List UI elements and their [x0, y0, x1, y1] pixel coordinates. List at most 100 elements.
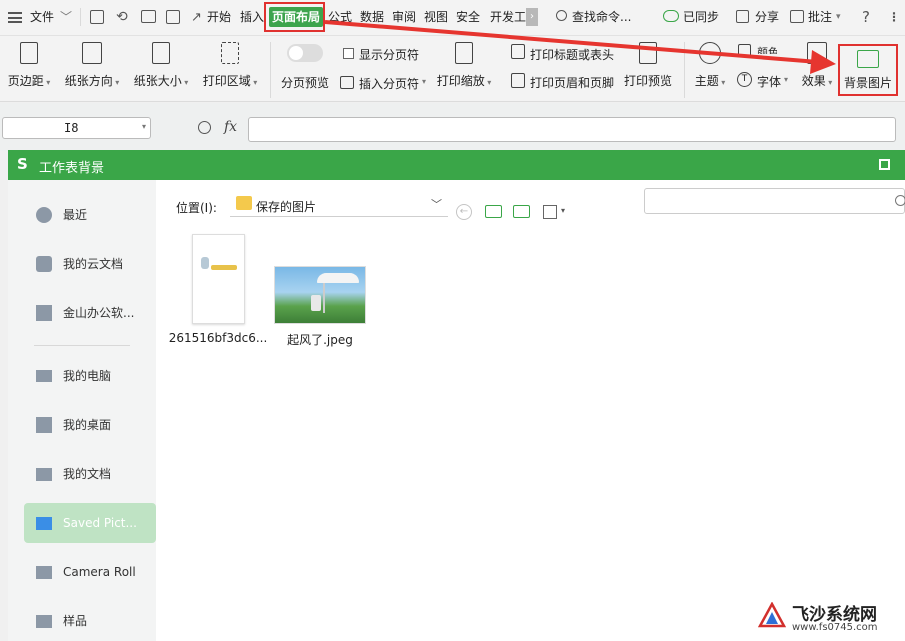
background-image-label: 背景图片: [843, 76, 892, 90]
tab-review[interactable]: 审阅: [392, 0, 416, 34]
zoom-icon[interactable]: [198, 121, 211, 134]
show-page-break-checkbox[interactable]: [343, 48, 354, 59]
comment-icon: [790, 10, 804, 23]
paper-size-icon: [152, 42, 170, 64]
color-button[interactable]: 颜色: [757, 44, 777, 54]
formula-bar: I8 ▾ fx: [0, 103, 905, 151]
background-image-button[interactable]: 背景图片: [838, 44, 898, 96]
monitor-icon: [36, 370, 52, 382]
save-icon[interactable]: [90, 10, 104, 24]
help-button[interactable]: ?: [862, 0, 870, 34]
font-button[interactable]: 字体: [757, 73, 781, 90]
print-title-button[interactable]: 打印标题或表头: [530, 46, 614, 63]
new-folder-icon[interactable]: [513, 205, 530, 218]
chevron-down-icon[interactable]: ▾: [561, 206, 565, 215]
print-scale-button[interactable]: 打印缩放 ▾: [434, 42, 494, 89]
tab-developer[interactable]: 开发工: [490, 0, 526, 34]
sidebar-item-documents[interactable]: 我的文档: [24, 454, 156, 494]
folder-up-icon[interactable]: [485, 205, 502, 218]
folder-icon: [36, 468, 52, 481]
back-icon[interactable]: ←: [456, 204, 472, 220]
chevron-down-icon[interactable]: ▾: [836, 0, 841, 34]
print-preview-button[interactable]: 打印预览: [622, 42, 674, 89]
insert-page-break-button[interactable]: 插入分页符: [359, 75, 419, 92]
print-title-icon: [511, 44, 525, 59]
location-select[interactable]: 保存的图片 ﹀: [230, 193, 448, 217]
sync-status[interactable]: 已同步: [683, 0, 719, 34]
font-icon: T: [737, 72, 752, 87]
command-search[interactable]: 查找命令...: [572, 0, 631, 34]
print-preview-icon[interactable]: [166, 10, 180, 24]
print-area-button[interactable]: 打印区域 ▾: [200, 42, 260, 89]
location-value: 保存的图片: [256, 200, 317, 214]
comment-button[interactable]: 批注: [808, 0, 832, 34]
sidebar-item-my-computer[interactable]: 我的电脑: [24, 356, 156, 396]
margins-button[interactable]: 页边距 ▾: [6, 42, 52, 89]
share-button[interactable]: 分享: [755, 0, 779, 34]
sidebar-item-desktop[interactable]: 我的桌面: [24, 405, 156, 445]
sidebar-item-cloud[interactable]: 我的云文档: [24, 244, 156, 284]
margins-icon: [20, 42, 38, 64]
image-icon: [857, 50, 879, 68]
document-thumbnail: [191, 234, 245, 324]
tab-view[interactable]: 视图: [424, 0, 448, 34]
wps-logo-icon: S: [17, 155, 28, 173]
chevron-down-icon: ﹀: [431, 198, 442, 211]
maximize-icon[interactable]: [879, 159, 890, 170]
share-icon: [736, 10, 749, 23]
print-icon[interactable]: [141, 10, 156, 23]
watermark-url: www.fs0745.com: [792, 622, 878, 633]
print-area-label: 打印区域: [202, 74, 251, 88]
print-header-footer-button[interactable]: 打印页眉和页脚: [530, 74, 614, 91]
tab-home[interactable]: 开始: [207, 0, 231, 34]
color-palette-icon: [738, 44, 751, 57]
redo-icon[interactable]: ↗: [191, 10, 202, 25]
tab-insert[interactable]: 插入: [240, 0, 264, 34]
menu-file[interactable]: 文件: [30, 0, 54, 34]
sidebar-item-saved-pictures[interactable]: Saved Pict...: [24, 503, 156, 543]
print-scale-label: 打印缩放: [436, 74, 485, 88]
tab-scroll-right-icon[interactable]: ›: [526, 8, 538, 26]
theme-label: 主题: [694, 74, 719, 88]
paper-size-label: 纸张大小: [133, 74, 182, 88]
worksheet-background-dialog: S 工作表背景 最近 我的云文档 金山办公软... 我的电脑 我的桌面 我的文档: [8, 150, 905, 641]
page-preview-label: 分页预览: [280, 76, 329, 90]
page-preview-toggle[interactable]: 分页预览: [280, 44, 330, 91]
ribbon: 页边距 ▾ 纸张方向 ▾ 纸张大小 ▾ 打印区域 ▾ 分页预览 显示分页符 插入…: [0, 36, 905, 102]
file-item-image-1[interactable]: 261516bf3dc6...: [168, 234, 268, 345]
file-name: 起风了.jpeg: [287, 333, 353, 347]
file-item-image-2[interactable]: 起风了.jpeg: [270, 266, 370, 348]
sidebar-item-samples[interactable]: 样品: [24, 601, 156, 641]
chevron-down-icon[interactable]: ﹀: [60, 0, 72, 34]
tab-security[interactable]: 安全: [456, 0, 480, 34]
undo-icon[interactable]: ⟲: [116, 9, 128, 25]
cube-icon: [36, 256, 52, 272]
orientation-button[interactable]: 纸张方向 ▾: [62, 42, 122, 89]
sidebar-item-recent[interactable]: 最近: [24, 195, 156, 235]
paper-size-button[interactable]: 纸张大小 ▾: [131, 42, 191, 89]
highlight-box-tab: [264, 2, 325, 32]
chevron-down-icon: ▾: [784, 75, 789, 84]
theme-button[interactable]: 主题 ▾: [690, 42, 730, 89]
name-box[interactable]: I8 ▾: [2, 117, 151, 139]
landscape-thumbnail: [274, 266, 366, 324]
menu-bar: 文件 ﹀ ⟲ ↗ 开始 插入 页面布局 公式 数据 审阅 视图 安全 开发工 ›…: [0, 0, 905, 36]
dialog-title-bar: S 工作表背景: [8, 150, 905, 180]
sidebar-item-camera-roll[interactable]: Camera Roll: [24, 552, 156, 592]
more-icon[interactable]: ⋮: [888, 0, 900, 34]
chevron-down-icon: ▾: [422, 77, 427, 86]
effect-button[interactable]: 效果 ▾: [797, 42, 837, 89]
orientation-icon: [82, 42, 102, 64]
tab-formula[interactable]: 公式: [328, 0, 352, 34]
fx-label[interactable]: fx: [224, 119, 237, 135]
search-icon: [556, 10, 567, 21]
view-mode-icon[interactable]: [543, 205, 557, 219]
sidebar-item-kingsoft[interactable]: 金山办公软...: [24, 293, 156, 333]
file-search-input[interactable]: [644, 188, 905, 214]
dialog-sidebar: 最近 我的云文档 金山办公软... 我的电脑 我的桌面 我的文档 Saved P…: [8, 180, 156, 641]
hamburger-icon[interactable]: [8, 12, 22, 23]
folder-icon: [36, 615, 52, 628]
formula-input[interactable]: [248, 117, 896, 142]
tab-data[interactable]: 数据: [360, 0, 384, 34]
search-icon: [895, 195, 905, 206]
